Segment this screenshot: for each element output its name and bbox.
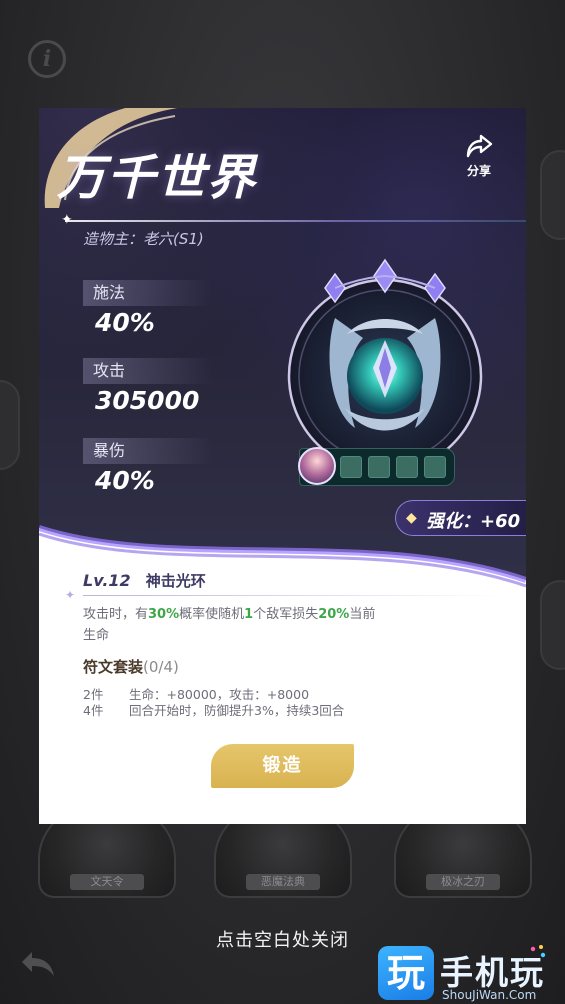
stat-value-spell: 40%: [95, 308, 155, 337]
watermark: 玩 手机玩 ShouJiWan.Com: [378, 944, 558, 1004]
skill-name: 神击光环: [145, 572, 206, 590]
rune-slot-empty[interactable]: [396, 456, 418, 478]
stat-value-attack: 305000: [95, 386, 200, 415]
title-divider: [65, 220, 526, 222]
rune-set-name: 符文套装: [83, 658, 144, 676]
rune-set-count: (0/4): [143, 658, 179, 676]
back-arrow-icon[interactable]: [18, 946, 58, 982]
skill-divider: [83, 595, 503, 596]
skill-desc-text: 个敌军损失: [253, 607, 319, 622]
rune-set-title: 符文套装(0/4): [83, 656, 179, 677]
rune-slot-bar[interactable]: [298, 447, 455, 486]
watermark-url: ShouJiWan.Com: [442, 988, 537, 1002]
skill-desc-text: 攻击时，有: [83, 607, 149, 622]
skill-header: Lv.12 神击光环: [83, 570, 206, 591]
creator-label: 造物主：老六(S1): [83, 230, 204, 248]
skill-desc-highlight: 1: [244, 607, 254, 622]
rune-slot-empty[interactable]: [424, 456, 446, 478]
hero-avatar: [298, 447, 336, 485]
rune-slot-empty[interactable]: [340, 456, 362, 478]
dots-icon: [530, 945, 546, 958]
rune-tier: 4件: [83, 703, 104, 718]
skill-level: Lv.12: [83, 571, 131, 590]
stat-label-attack: 攻击: [83, 358, 213, 384]
bg-card-label: 极冰之刃: [426, 874, 500, 890]
sparkle-icon: ✦: [65, 588, 76, 602]
watermark-logo: 玩: [378, 946, 434, 1000]
skill-description: 攻击时，有30%概率使随机1个敌军损失20%当前生命: [83, 604, 383, 646]
bg-side-card-right: [540, 150, 565, 240]
wave-divider: [39, 525, 526, 608]
forge-button[interactable]: 锻造: [211, 744, 354, 788]
bg-card-label: 恶魔法典: [246, 874, 320, 890]
rune-set-bonus-row: 4件 回合开始时，防御提升3%，持续3回合: [83, 700, 344, 719]
info-icon: i: [28, 40, 66, 78]
artifact-detail-modal: 万千世界 分享 ✦ 造物主：老六(S1) 施法 40% 攻击 305000 暴伤…: [39, 108, 526, 824]
share-icon: [466, 134, 493, 158]
share-label: 分享: [466, 164, 491, 178]
bg-card-label: 文天令: [70, 874, 144, 890]
stat-label-spell: 施法: [83, 280, 213, 306]
skill-desc-highlight: 30%: [148, 607, 180, 622]
rune-slot-empty[interactable]: [368, 456, 390, 478]
skill-desc-highlight: 20%: [318, 607, 350, 622]
sparkle-icon: ✦: [61, 212, 73, 228]
bg-side-card-right-2: [540, 580, 565, 670]
stat-value-crit-damage: 40%: [95, 466, 155, 495]
artifact-orb-image: [287, 258, 483, 474]
rune-bonus-text: 回合开始时，防御提升3%，持续3回合: [129, 703, 345, 718]
stat-label-crit-damage: 暴伤: [83, 438, 213, 464]
share-button[interactable]: 分享: [459, 134, 499, 182]
artifact-title: 万千世界: [57, 150, 258, 206]
skill-desc-text: 概率使随机: [179, 607, 245, 622]
bg-side-card-left: [0, 380, 20, 470]
